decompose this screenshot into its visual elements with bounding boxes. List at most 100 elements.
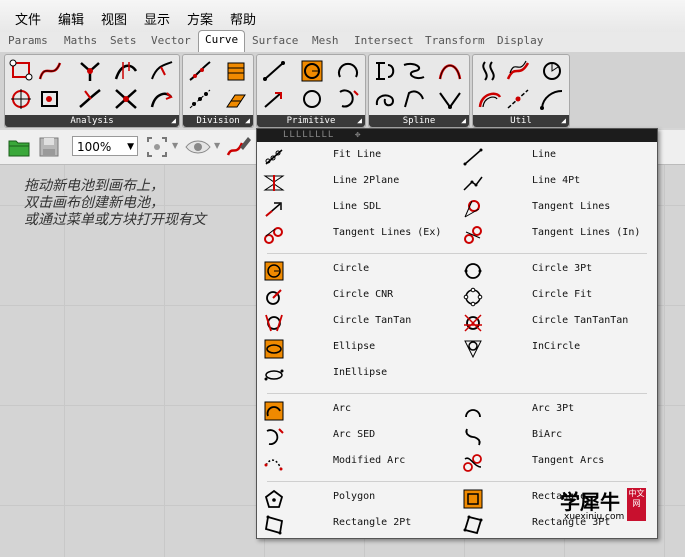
circle-icon[interactable] (299, 59, 325, 83)
chevron-down-icon: ▼ (127, 142, 134, 152)
kinky-curve-icon[interactable] (373, 87, 399, 111)
item-line-sdl[interactable]: Line SDL (263, 197, 453, 221)
item-circle-tantantan[interactable]: Circle TanTanTan (462, 311, 652, 335)
tab-maths[interactable]: Maths (64, 34, 97, 47)
tab-sets[interactable]: Sets (110, 34, 137, 47)
item-tangent-lines-in[interactable]: Tangent Lines (In) (462, 223, 652, 247)
menu-view[interactable]: 视图 (101, 9, 127, 28)
tab-transform[interactable]: Transform (425, 34, 485, 47)
tab-curve[interactable]: Curve (198, 30, 246, 53)
item-ellipse[interactable]: Ellipse (263, 337, 453, 361)
tween-curve-icon[interactable] (437, 87, 463, 111)
item-tangent-lines-ex[interactable]: Tangent Lines (Ex) (263, 223, 453, 247)
menu-display[interactable]: 显示 (144, 9, 170, 28)
control-points-icon[interactable] (9, 59, 35, 83)
item-tangent-arcs[interactable]: Tangent Arcs (462, 451, 652, 475)
open-folder-icon[interactable] (8, 136, 30, 158)
line-2plane-icon (263, 175, 285, 191)
item-circle[interactable]: Circle (263, 259, 453, 283)
curve-length-icon[interactable] (149, 87, 175, 111)
divide-curve-icon[interactable] (187, 59, 213, 83)
contour-icon[interactable] (223, 59, 249, 83)
item-line[interactable]: Line (462, 145, 652, 169)
contour-ex-icon[interactable] (223, 87, 249, 111)
divide-distance-icon[interactable] (187, 87, 213, 111)
polyline-icon[interactable] (373, 59, 399, 83)
arc-sed-icon[interactable] (335, 87, 361, 111)
interpolate-icon[interactable] (401, 59, 427, 83)
canvas-hint-text: 拖动新电池到画布上， 双击画布创建新电池， 或通过菜单或方块打开现有文 (24, 178, 206, 228)
item-circle-tantan[interactable]: Circle TanTan (263, 311, 453, 335)
pin-icon[interactable]: ✥ (355, 129, 360, 141)
zoom-extents-icon[interactable] (146, 136, 168, 158)
evaluate-curve-icon[interactable] (9, 87, 35, 111)
item-incircle[interactable]: InCircle (462, 337, 652, 361)
item-biarc[interactable]: BiArc (462, 425, 652, 449)
chevron-down-icon[interactable]: ▼ (172, 141, 178, 150)
fillet-icon[interactable] (477, 87, 503, 111)
save-disk-icon[interactable] (38, 136, 60, 158)
curve-frame-icon[interactable] (113, 59, 139, 83)
extend-curve-icon[interactable] (539, 87, 565, 111)
line-sdl-icon[interactable] (261, 87, 287, 111)
item-circle-fit[interactable]: Circle Fit (462, 285, 652, 309)
ribbon-group-label-division[interactable]: Division ◢ (183, 115, 253, 127)
zoom-select[interactable]: 100% ▼ (72, 136, 138, 156)
item-line-2plane[interactable]: Line 2Plane (263, 171, 453, 195)
item-fit-line[interactable]: Fit Line (263, 145, 453, 169)
ribbon-group-label-util[interactable]: Util ◢ (473, 115, 569, 127)
circle-fit-icon (463, 287, 483, 307)
item-rectangle-2pt[interactable]: Rectangle 2Pt (263, 513, 453, 537)
item-polygon[interactable]: Polygon (263, 487, 453, 511)
ribbon-group-label-analysis[interactable]: Analysis ◢ (5, 115, 179, 127)
item-modified-arc[interactable]: Modified Arc (263, 451, 453, 475)
item-inellipse[interactable]: InEllipse (263, 363, 453, 387)
ribbon-group-label-spline[interactable]: Spline ◢ (369, 115, 469, 127)
curvature-icon[interactable] (149, 59, 175, 83)
arc-3pt-icon[interactable] (335, 59, 361, 83)
item-arc-3pt[interactable]: Arc 3Pt (462, 399, 652, 423)
curve-area-icon[interactable] (37, 87, 63, 111)
line-icon[interactable] (261, 59, 287, 83)
circle-tantantan-icon (464, 314, 482, 332)
preview-eye-icon[interactable] (185, 138, 211, 156)
line-icon (463, 148, 483, 166)
primitive-dropdown-panel: LLLLLLLL ✥ Fit Line Line Line 2Plane Lin… (256, 128, 658, 539)
dropdown-header: LLLLLLLL ✥ (257, 129, 657, 142)
discontinuity-icon[interactable] (113, 87, 139, 111)
tab-mesh[interactable]: Mesh (312, 34, 339, 47)
chevron-down-icon[interactable]: ▼ (214, 141, 220, 150)
modified-arc-icon (264, 459, 283, 471)
tab-vector[interactable]: Vector (151, 34, 191, 47)
seam-icon[interactable] (539, 59, 565, 83)
section-divider (267, 481, 647, 482)
item-line-4pt[interactable]: Line 4Pt (462, 171, 652, 195)
item-arc[interactable]: Arc (263, 399, 453, 423)
item-circle-cnr[interactable]: Circle CNR (263, 285, 453, 309)
rectangle-3pt-icon (463, 515, 483, 535)
tangent-arcs-icon (463, 454, 482, 472)
group-expand-icon: ◢ (245, 116, 250, 125)
menu-help[interactable]: 帮助 (230, 9, 256, 28)
tab-surface[interactable]: Surface (252, 34, 298, 47)
item-tangent-lines[interactable]: Tangent Lines (462, 197, 652, 221)
offset-curve-icon[interactable] (477, 59, 503, 83)
circle-3pt-icon[interactable] (299, 87, 325, 111)
curve-side-icon[interactable] (77, 59, 103, 83)
menu-edit[interactable]: 编辑 (58, 9, 84, 28)
tab-intersect[interactable]: Intersect (354, 34, 414, 47)
end-points-icon[interactable] (77, 87, 103, 111)
menu-file[interactable]: 文件 (15, 9, 41, 28)
nurbs-curve-icon[interactable] (437, 59, 463, 83)
curve-closest-icon[interactable] (37, 59, 63, 83)
tab-params[interactable]: Params (8, 34, 48, 47)
item-circle-3pt[interactable]: Circle 3Pt (462, 259, 652, 283)
sketch-pen-icon[interactable] (226, 135, 252, 159)
ribbon-group-label-primitive[interactable]: Primitive ◢ (257, 115, 365, 127)
item-arc-sed[interactable]: Arc SED (263, 425, 453, 449)
join-curves-icon[interactable] (505, 87, 531, 111)
bezier-span-icon[interactable] (401, 87, 427, 111)
menu-solution[interactable]: 方案 (187, 9, 213, 28)
flip-curve-icon[interactable] (505, 59, 531, 83)
tab-display[interactable]: Display (497, 34, 543, 47)
